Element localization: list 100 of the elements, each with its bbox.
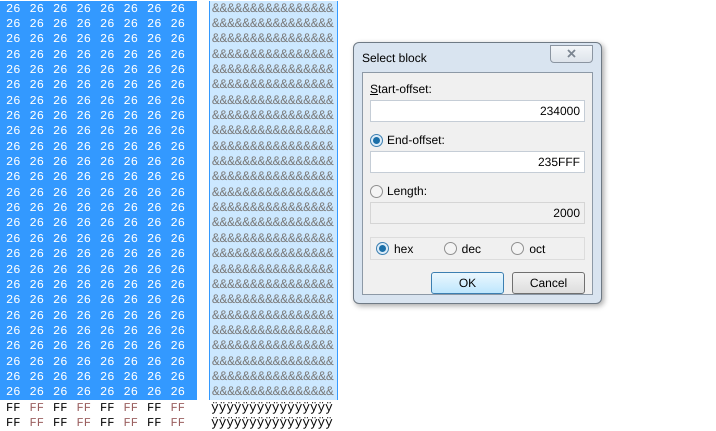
offset-field[interactable]: 235FFF	[370, 151, 585, 173]
hex-byte: 26	[76, 48, 92, 62]
hex-byte: 26	[124, 32, 139, 46]
hex-byte: FF	[76, 400, 92, 415]
radio-button[interactable]	[376, 242, 389, 255]
hex-byte: 26	[30, 278, 45, 292]
ascii-text: &&&&&&&&&&&&&&&&	[212, 339, 334, 354]
hex-byte: 26	[147, 78, 162, 92]
hex-byte: FF	[30, 400, 45, 415]
radio-button[interactable]	[370, 134, 383, 146]
ascii-text: &&&&&&&&&&&&&&&&	[212, 370, 334, 384]
window-title: Select block	[362, 50, 427, 66]
hex-byte: FF	[53, 400, 68, 415]
hex-byte: 26	[53, 385, 68, 400]
ascii-text: &&&&&&&&&&&&&&&&	[212, 247, 334, 262]
hex-byte: 26	[30, 354, 45, 369]
hex-byte: 26	[170, 94, 186, 108]
ascii-text: &&&&&&&&&&&&&&&&	[212, 324, 334, 338]
hex-byte: 26	[124, 170, 139, 184]
hex-byte: 26	[30, 94, 45, 108]
hex-byte: 26	[147, 247, 162, 262]
dialog-button[interactable]: Cancel	[512, 272, 585, 294]
hex-byte: 26	[53, 140, 68, 154]
hex-byte: 26	[53, 216, 68, 230]
hex-byte: 26	[100, 385, 116, 400]
ascii-text: &&&&&&&&&&&&&&&&	[212, 94, 334, 108]
hex-byte: 26	[124, 293, 139, 308]
hex-byte: 26	[124, 201, 139, 216]
offset-field[interactable]: 234000	[370, 100, 585, 122]
hex-byte: 26	[76, 278, 92, 292]
hex-byte: 26	[76, 170, 92, 184]
hex-byte: 26	[124, 109, 139, 124]
ascii-text: &&&&&&&&&&&&&&&&	[212, 78, 334, 92]
hex-byte: 26	[53, 308, 68, 323]
hex-byte: 26	[100, 324, 116, 338]
ascii-text: &&&&&&&&&&&&&&&&	[212, 17, 334, 32]
close-button[interactable]	[550, 44, 593, 62]
hex-byte: 26	[30, 216, 45, 230]
hex-byte: 26	[76, 17, 92, 32]
hex-byte: 26	[170, 308, 186, 323]
hex-byte: FF	[53, 416, 68, 430]
hex-byte: 26	[170, 32, 186, 46]
hex-byte: FF	[147, 400, 162, 415]
hex-byte: 26	[100, 262, 116, 277]
hex-byte: 26	[170, 186, 186, 200]
hex-byte: 26	[6, 155, 22, 170]
hex-byte: 26	[124, 140, 139, 154]
hex-byte: 26	[6, 186, 22, 200]
radio-button[interactable]	[444, 242, 457, 255]
ascii-text: &&&&&&&&&&&&&&&&	[212, 48, 334, 62]
hex-byte: 26	[147, 278, 162, 292]
ascii-text: ÿÿÿÿÿÿÿÿÿÿÿÿÿÿÿÿ	[211, 400, 333, 415]
hex-byte: 26	[30, 262, 45, 277]
hex-byte: 26	[170, 247, 186, 262]
hex-byte: 26	[124, 17, 139, 32]
hex-byte: 26	[170, 124, 186, 138]
hex-byte: 26	[100, 17, 116, 32]
hex-byte: 26	[53, 293, 68, 308]
hex-byte: 26	[53, 2, 68, 16]
ascii-text: &&&&&&&&&&&&&&&&	[212, 63, 334, 78]
ascii-text: &&&&&&&&&&&&&&&&	[212, 308, 334, 323]
ascii-text: &&&&&&&&&&&&&&&&	[212, 278, 334, 292]
ascii-text: &&&&&&&&&&&&&&&&	[212, 155, 334, 170]
hex-byte: 26	[76, 324, 92, 338]
hex-byte: 26	[6, 17, 22, 32]
hex-byte: 26	[170, 216, 186, 230]
hex-byte: FF	[76, 416, 92, 430]
hex-byte: 26	[170, 48, 186, 62]
radio-button[interactable]	[511, 242, 524, 255]
hex-byte: 26	[30, 32, 45, 46]
hex-byte: 26	[76, 232, 92, 246]
hex-byte: 26	[124, 2, 139, 16]
hex-byte: 26	[100, 201, 116, 216]
hex-byte: FF	[6, 400, 22, 415]
hex-byte: 26	[30, 170, 45, 184]
hex-byte: 26	[53, 232, 68, 246]
field-value: 234000	[540, 103, 580, 120]
hex-byte: 26	[170, 63, 186, 78]
dialog-button[interactable]: OK	[431, 272, 504, 294]
ascii-text: &&&&&&&&&&&&&&&&	[212, 232, 334, 246]
hex-byte: 26	[30, 324, 45, 338]
hex-byte: 26	[6, 170, 22, 184]
hex-byte: 26	[53, 17, 68, 32]
hex-byte: 26	[170, 293, 186, 308]
hex-byte: 26	[170, 201, 186, 216]
hex-byte: 26	[53, 124, 68, 138]
hex-byte: 26	[170, 370, 186, 384]
hex-byte: 26	[76, 94, 92, 108]
hex-byte: 26	[6, 140, 22, 154]
ascii-text: &&&&&&&&&&&&&&&&	[212, 170, 334, 184]
ascii-text: &&&&&&&&&&&&&&&&	[212, 109, 334, 124]
hex-byte: FF	[6, 416, 22, 430]
hex-byte: 26	[100, 155, 116, 170]
hex-byte: FF	[170, 400, 186, 415]
hex-byte: 26	[124, 354, 139, 369]
hex-byte: 26	[124, 216, 139, 230]
hex-byte: 26	[76, 186, 92, 200]
hex-byte: 26	[147, 308, 162, 323]
hex-byte: 26	[6, 63, 22, 78]
hex-byte: 26	[124, 232, 139, 246]
